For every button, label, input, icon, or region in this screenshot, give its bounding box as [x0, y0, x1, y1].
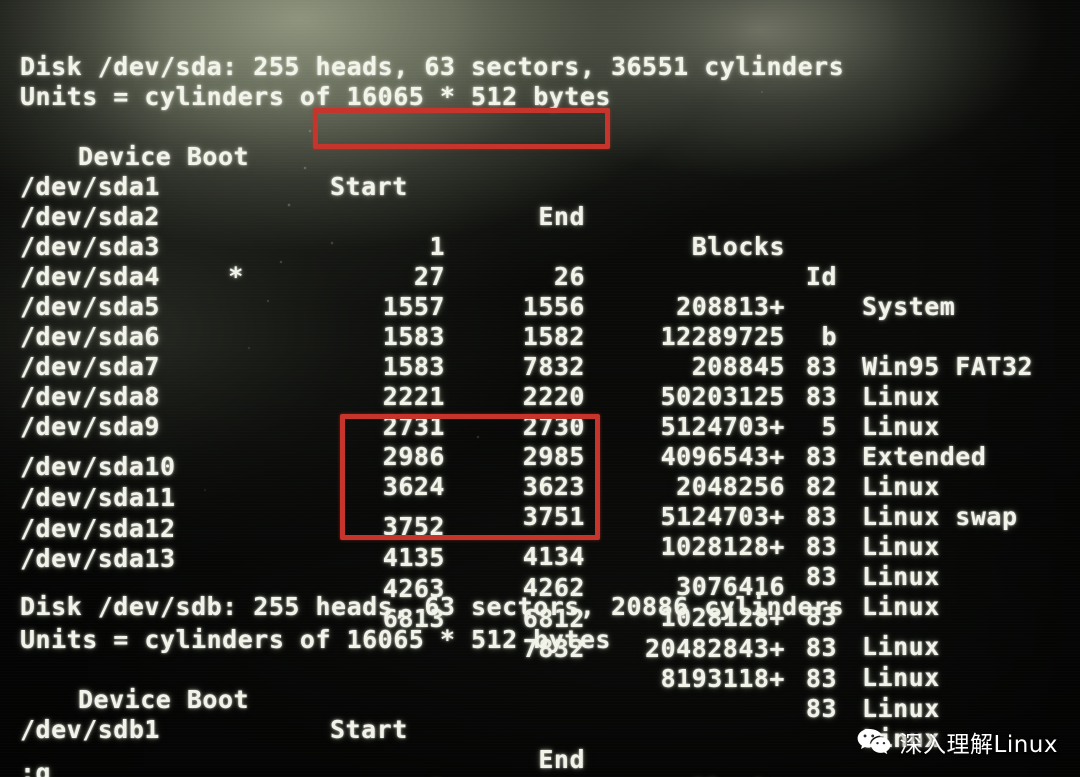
sda-units-line: Units = cylinders of 16065 * 512 bytes	[0, 52, 1080, 111]
annotation-box-start-end-header	[313, 108, 610, 149]
annotation-box-sda10-sda13-range	[340, 414, 600, 540]
sdb-geometry-line: Disk /dev/sdb: 255 heads, 63 sectors, 20…	[0, 562, 1080, 621]
terminal-screenshot: Disk /dev/sda: 255 heads, 63 sectors, 36…	[0, 0, 1080, 777]
table-row: /dev/sda4 1583 7832 50203125 5 Extended	[0, 232, 1080, 471]
sdb-table-header-row: Device Boot Start End Blocks Id System	[0, 655, 1080, 777]
sdb-units-text: Units = cylinders of 16065 * 512 bytes	[20, 625, 611, 654]
table-row: /dev/sda7 2731 2985 2048256 83 Linux	[0, 322, 1080, 561]
table-row: /dev/sda6 2221 2730 4096543+ 82 Linux sw…	[0, 292, 1080, 531]
table-row: /dev/sda9 3624 3751 1028128+ 83 Linux	[0, 382, 1080, 621]
table-row: /dev/sda8 2986 3623 5124703+ 83 Linux	[0, 352, 1080, 591]
watermark: 深入理解Linux	[857, 725, 1058, 759]
watermark-label: 深入理解Linux	[899, 732, 1058, 758]
sda-geometry-line: Disk /dev/sda: 255 heads, 63 sectors, 36…	[0, 22, 1080, 81]
command-prompt-text: :q_	[20, 758, 67, 777]
table-row: /dev/sdb1 1 20886 167766763+ 83 Linux	[0, 685, 1080, 777]
table-row: /dev/sda5 1583 2220 5124703+ 83 Linux	[0, 262, 1080, 501]
table-row: /dev/sda2 27 1556 12289725 83 Linux	[0, 172, 1080, 411]
table-row: /dev/sda3 * 1557 1582 208845 83 Linux	[0, 202, 1080, 441]
wechat-icon	[857, 728, 891, 756]
sdb-units-line: Units = cylinders of 16065 * 512 bytes	[0, 595, 1080, 654]
